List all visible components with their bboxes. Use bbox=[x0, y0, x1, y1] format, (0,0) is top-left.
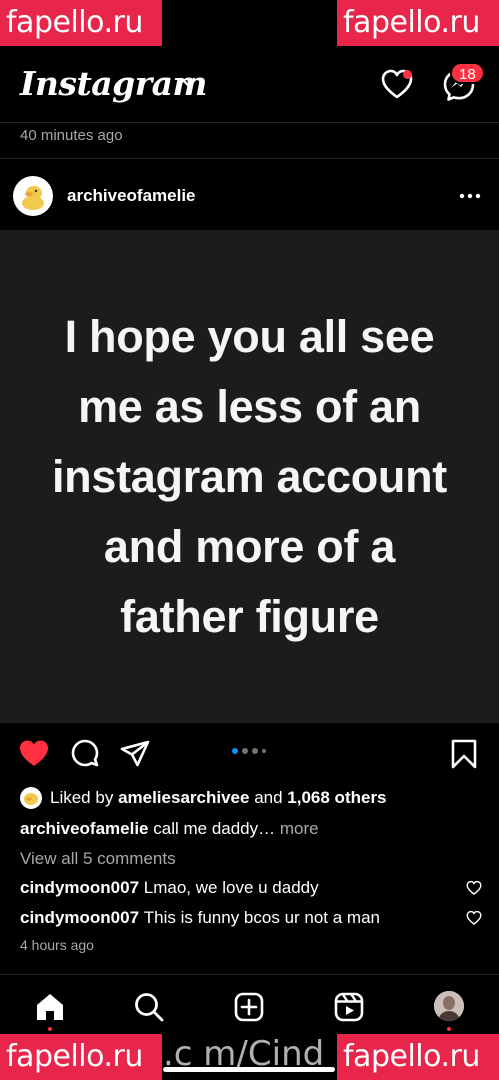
post-image-text: I hope you all see me as less of an inst… bbox=[0, 302, 499, 652]
liked-by-row[interactable]: Liked by ameliesarchivee and 1,068 other… bbox=[20, 787, 387, 809]
caption-text: call me daddy… bbox=[153, 819, 276, 838]
create-icon[interactable] bbox=[233, 991, 265, 1023]
comment-username[interactable]: cindymoon007 bbox=[20, 908, 139, 927]
carousel-dot bbox=[262, 749, 266, 753]
divider bbox=[0, 122, 499, 123]
post-image-line: and more of a bbox=[103, 520, 396, 572]
comment-row: cindymoon007 This is funny bcos ur not a… bbox=[20, 908, 482, 928]
post-timestamp: 4 hours ago bbox=[20, 937, 94, 953]
profile-avatar[interactable] bbox=[434, 991, 464, 1021]
notification-dot bbox=[403, 70, 412, 79]
carousel-dot bbox=[252, 748, 258, 754]
comment-text: Lmao, we love u daddy bbox=[143, 878, 319, 897]
messages-badge: 18 bbox=[450, 62, 485, 84]
liked-by-and: and bbox=[254, 788, 283, 807]
comment-row: cindymoon007 Lmao, we love u daddy bbox=[20, 878, 482, 898]
app-header: Instagram 18 bbox=[0, 58, 499, 114]
more-icon[interactable] bbox=[458, 186, 482, 206]
liked-by-others[interactable]: 1,068 others bbox=[287, 788, 386, 808]
avatar[interactable] bbox=[13, 176, 53, 216]
home-activity-dot bbox=[48, 1027, 52, 1031]
carousel-dot bbox=[242, 748, 248, 754]
post-caption: archiveofamelie call me daddy… more bbox=[20, 819, 319, 839]
post-image-line: father figure bbox=[120, 590, 379, 642]
avatar bbox=[20, 787, 42, 809]
post-image-line: me as less of an bbox=[78, 380, 421, 432]
share-icon[interactable] bbox=[119, 738, 151, 770]
post-image-line: instagram account bbox=[51, 450, 447, 502]
reels-icon[interactable] bbox=[333, 991, 365, 1023]
watermark-bottom-left: fapello.ru bbox=[0, 1034, 162, 1080]
watermark-top-left: fapello.ru bbox=[0, 0, 162, 46]
save-icon[interactable] bbox=[448, 738, 480, 770]
post-username[interactable]: archiveofamelie bbox=[67, 186, 196, 206]
post-image[interactable]: I hope you all see me as less of an inst… bbox=[0, 230, 499, 723]
caption-username[interactable]: archiveofamelie bbox=[20, 819, 149, 838]
comment-icon[interactable] bbox=[69, 738, 101, 770]
carousel-indicator bbox=[232, 748, 266, 754]
comment-text: This is funny bcos ur not a man bbox=[143, 908, 381, 927]
watermark-bottom-right: fapello.ru bbox=[337, 1034, 499, 1080]
home-indicator bbox=[163, 1067, 335, 1072]
post-header: archiveofamelie bbox=[0, 176, 499, 216]
carousel-dot bbox=[232, 748, 238, 754]
comment-like-icon[interactable] bbox=[466, 910, 482, 926]
post-image-line: I hope you all see bbox=[64, 310, 435, 362]
caption-more-link[interactable]: more bbox=[280, 819, 319, 838]
home-icon[interactable] bbox=[34, 991, 66, 1023]
previous-post-timestamp: 40 minutes ago bbox=[20, 127, 123, 144]
search-icon[interactable] bbox=[133, 991, 165, 1023]
view-all-comments-link[interactable]: View all 5 comments bbox=[20, 849, 176, 869]
profile-activity-dot bbox=[447, 1027, 451, 1031]
comment-like-icon[interactable] bbox=[466, 880, 482, 896]
liked-by-user[interactable]: ameliesarchivee bbox=[118, 788, 249, 808]
comment-username[interactable]: cindymoon007 bbox=[20, 878, 139, 897]
watermark-top-right: fapello.ru bbox=[337, 0, 499, 46]
like-icon[interactable] bbox=[18, 738, 50, 770]
divider bbox=[0, 158, 499, 159]
post-actions bbox=[0, 736, 499, 770]
liked-by-prefix: Liked by bbox=[50, 788, 114, 807]
instagram-logo[interactable]: Instagram bbox=[20, 64, 207, 103]
chevron-down-icon[interactable] bbox=[180, 76, 196, 88]
